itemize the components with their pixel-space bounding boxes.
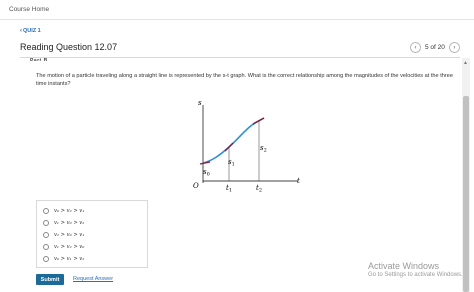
submit-button[interactable]: Submit [36, 274, 64, 285]
course-home-link[interactable]: Course Home [9, 6, 49, 13]
answer-choice[interactable]: v₁ > v₂ > v₀ [43, 244, 84, 250]
scrollbar[interactable]: ▲ [462, 58, 470, 292]
radio-button[interactable] [43, 220, 49, 226]
t-axis-label: t [297, 177, 300, 185]
s-axis-label: s [198, 99, 202, 107]
choice-label: v₁ > v₀ > v₂ [54, 220, 85, 226]
watermark-title: Activate Windows [368, 261, 440, 271]
choice-label: v₀ > v₂ > v₁ [54, 208, 85, 214]
question-text: The motion of a particle traveling along… [36, 73, 453, 87]
t2-label: t2 [256, 184, 262, 193]
header-divider [20, 57, 460, 58]
radio-button[interactable] [43, 232, 49, 238]
pager-text: 5 of 20 [425, 44, 445, 51]
s-t-graph: s t O t1 t2 s0 s1 s2 [193, 99, 300, 193]
choice-label: v₀ > v₁ > v₂ [54, 256, 85, 262]
prev-question-button[interactable]: ‹ [410, 42, 421, 53]
answer-choices: v₀ > v₂ > v₁ v₁ > v₀ > v₂ v₂ > v₀ > v₁ v… [36, 200, 148, 268]
page-title: Reading Question 12.07 [20, 42, 118, 52]
choice-label: v₁ > v₂ > v₀ [54, 244, 85, 250]
watermark-subtitle: Go to Settings to activate Windows. [368, 272, 463, 278]
next-question-button[interactable]: › [448, 42, 460, 53]
scroll-up-icon[interactable]: ▲ [463, 60, 468, 66]
answer-choice[interactable]: v₂ > v₀ > v₁ [43, 232, 84, 238]
answer-choice[interactable]: v₀ > v₁ > v₂ [43, 256, 84, 262]
choice-label: v₂ > v₀ > v₁ [54, 232, 85, 238]
t1-label: t1 [226, 184, 232, 193]
chevron-left-icon: ‹ [20, 28, 22, 34]
chevron-left-icon: ‹ [414, 44, 417, 51]
radio-button[interactable] [43, 244, 49, 250]
question-pager: ‹ 5 of 20 › [410, 42, 460, 53]
tangent-s2 [252, 117, 265, 125]
top-bar: Course Home [0, 0, 474, 20]
radio-button[interactable] [43, 208, 49, 214]
position-curve [202, 117, 265, 164]
scrollbar-thumb[interactable] [463, 96, 469, 292]
s2-label: s2 [260, 144, 267, 154]
tangent-s0 [199, 161, 211, 165]
quiz-link-label: QUIZ 1 [23, 28, 41, 34]
origin-label: O [193, 182, 199, 190]
chevron-right-icon: › [453, 44, 456, 51]
answer-choice[interactable]: v₀ > v₂ > v₁ [43, 208, 84, 214]
back-to-quiz-link[interactable]: ‹ QUIZ 1 [20, 28, 41, 34]
s0-label: s0 [203, 168, 210, 178]
part-label: Part B [30, 58, 48, 61]
request-answer-link[interactable]: Request Answer [73, 276, 113, 282]
activate-windows-watermark: Activate Windows Go to Settings to activ… [368, 261, 463, 278]
radio-button[interactable] [43, 256, 49, 262]
answer-choice[interactable]: v₁ > v₀ > v₂ [43, 220, 84, 226]
